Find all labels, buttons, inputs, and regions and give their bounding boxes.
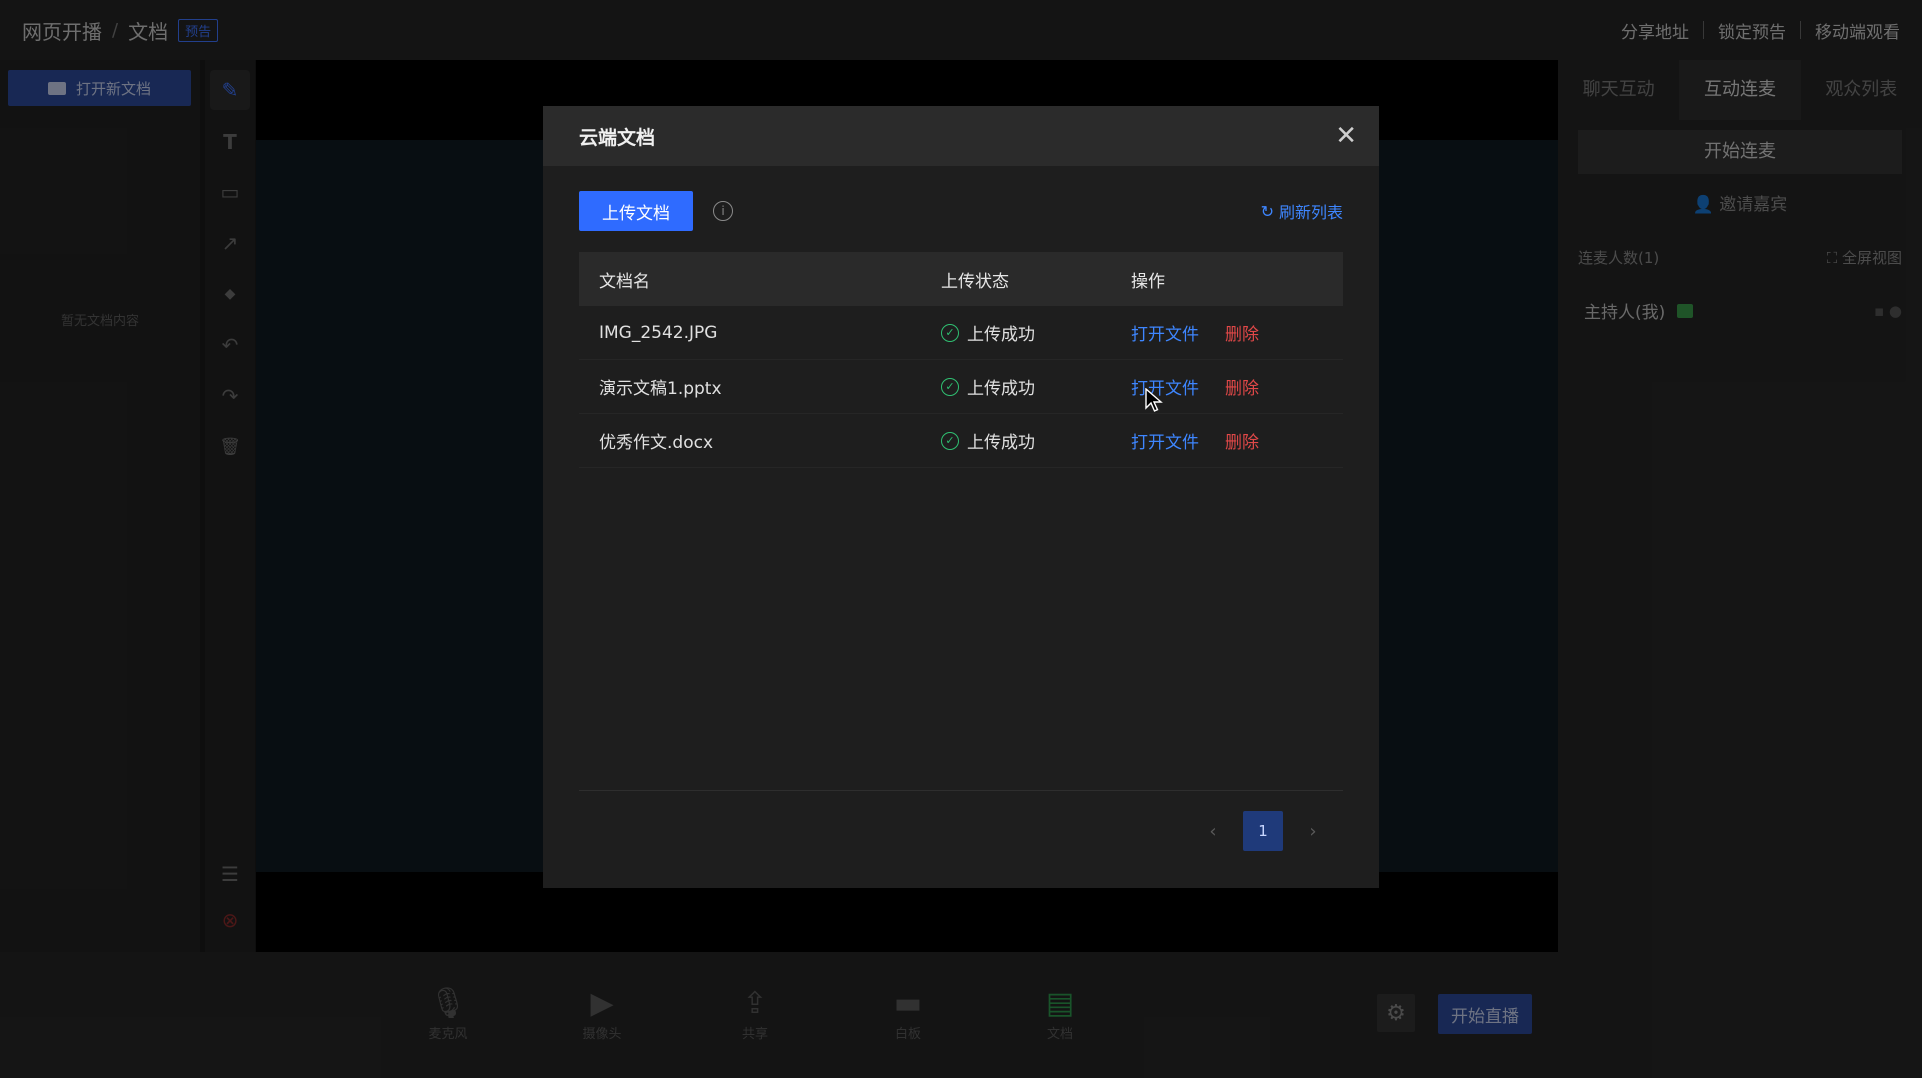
doc-name: 优秀作文.docx [599, 433, 714, 453]
col-actions: 操作 [1131, 271, 1165, 292]
modal-header: 云端文档 ✕ [543, 106, 1379, 166]
delete-link[interactable]: 删除 [1225, 374, 1259, 399]
modal-toolbar: 上传文档 i ↻ 刷新列表 [579, 191, 1343, 231]
check-circle-icon: ✓ [941, 323, 959, 342]
check-circle-icon: ✓ [941, 431, 959, 450]
table-header: 文档名 上传状态 操作 [579, 252, 1343, 306]
doc-name: 演示文稿1.pptx [599, 379, 722, 399]
delete-link[interactable]: 删除 [1225, 320, 1259, 345]
cloud-docs-modal: 云端文档 ✕ 上传文档 i ↻ 刷新列表 文档名 上传状态 操作 IMG_254… [543, 106, 1379, 888]
doc-table: 文档名 上传状态 操作 IMG_2542.JPG ✓ 上传成功 打开文件 删除 … [579, 252, 1343, 468]
open-file-link[interactable]: 打开文件 [1131, 428, 1199, 453]
refresh-list-button[interactable]: ↻ 刷新列表 [1261, 199, 1343, 223]
open-file-link[interactable]: 打开文件 [1131, 320, 1199, 345]
doc-name: IMG_2542.JPG [599, 322, 718, 343]
close-icon[interactable]: ✕ [1335, 123, 1357, 149]
upload-status: ✓ 上传成功 [941, 374, 1131, 399]
table-row: IMG_2542.JPG ✓ 上传成功 打开文件 删除 [579, 306, 1343, 360]
col-upload-status: 上传状态 [941, 271, 1009, 292]
live-studio-app: 网页开播 / 文档 预告 分享地址 锁定预告 移动端观看 打开新文档 暂无文档内… [0, 0, 1922, 1078]
modal-title: 云端文档 [579, 126, 656, 149]
prev-page-icon[interactable]: ‹ [1203, 821, 1223, 842]
upload-status-text: 上传成功 [967, 433, 1035, 453]
delete-link[interactable]: 删除 [1225, 428, 1259, 453]
row-actions: 打开文件 删除 [1131, 428, 1343, 453]
upload-doc-button[interactable]: 上传文档 [579, 191, 693, 231]
col-doc-name: 文档名 [599, 271, 650, 292]
upload-status: ✓ 上传成功 [941, 320, 1131, 345]
row-actions: 打开文件 删除 [1131, 320, 1343, 345]
info-icon[interactable]: i [713, 201, 733, 221]
pagination: ‹ 1 › [1203, 811, 1323, 851]
table-row: 优秀作文.docx ✓ 上传成功 打开文件 删除 [579, 414, 1343, 468]
refresh-list-label: 刷新列表 [1278, 203, 1343, 222]
mouse-cursor-icon [1145, 388, 1163, 412]
check-circle-icon: ✓ [941, 377, 959, 396]
page-number[interactable]: 1 [1243, 811, 1283, 851]
upload-status-text: 上传成功 [967, 325, 1035, 345]
divider [579, 790, 1343, 791]
table-row: 演示文稿1.pptx ✓ 上传成功 打开文件 删除 [579, 360, 1343, 414]
upload-status-text: 上传成功 [967, 379, 1035, 399]
refresh-icon: ↻ [1260, 201, 1274, 221]
open-file-link[interactable]: 打开文件 [1131, 374, 1199, 399]
next-page-icon[interactable]: › [1303, 821, 1323, 842]
upload-status: ✓ 上传成功 [941, 428, 1131, 453]
